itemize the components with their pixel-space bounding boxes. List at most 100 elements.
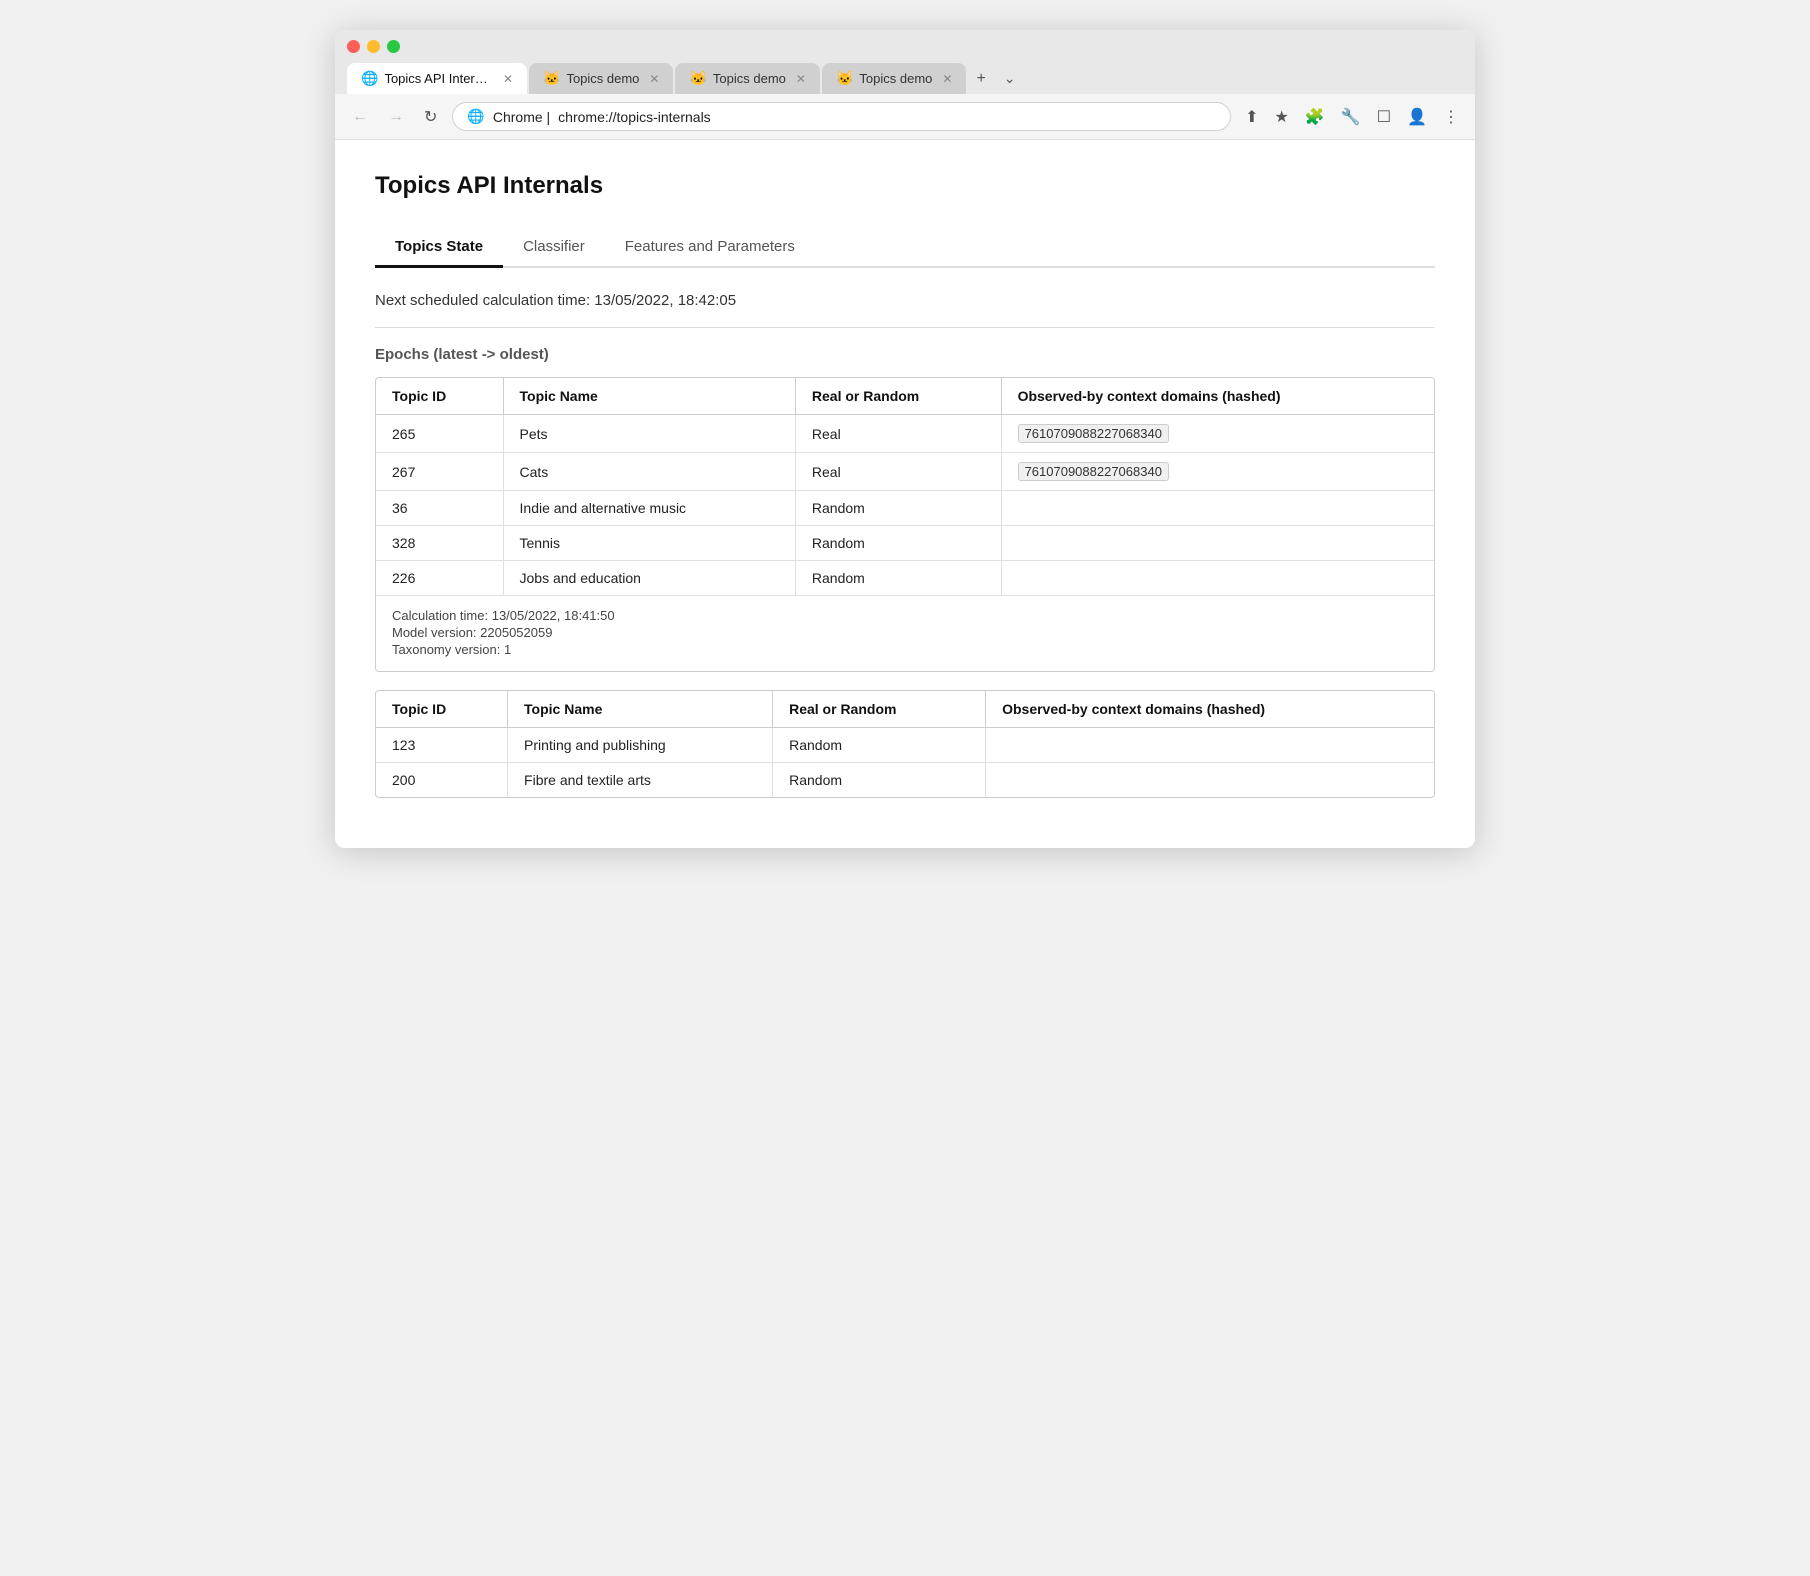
browser-tab-demo-3[interactable]: 🐱 Topics demo ✕: [822, 63, 966, 94]
address-input[interactable]: 🌐 Chrome | chrome://topics-internals: [452, 102, 1231, 131]
cell-real-random: Random: [795, 526, 1001, 561]
chrome-icon[interactable]: 🔧: [1337, 103, 1365, 131]
maximize-button[interactable]: [387, 40, 400, 53]
divider: [375, 327, 1435, 328]
cell-real-random: Random: [773, 728, 986, 763]
col-header-topic-id-2: Topic ID: [376, 691, 508, 728]
back-button[interactable]: ←: [347, 106, 373, 128]
cell-hash: 7610709088227068340: [1001, 415, 1434, 453]
tab-title: Topics API Intern…: [384, 71, 493, 86]
cell-topic-id: 36: [376, 491, 503, 526]
toolbar-icons: ⬆ ★ 🧩 🔧 ☐ 👤 ⋮: [1241, 103, 1463, 131]
calc-time-1: Calculation time: 13/05/2022, 18:41:50: [392, 608, 1418, 623]
address-bar-row: ← → ↻ 🌐 Chrome | chrome://topics-interna…: [335, 94, 1475, 140]
cell-topic-name: Jobs and education: [503, 561, 795, 596]
topics-state-content: Next scheduled calculation time: 13/05/2…: [375, 292, 1435, 798]
table-row: 267 Cats Real 7610709088227068340: [376, 453, 1434, 491]
col-header-real-random-1: Real or Random: [795, 378, 1001, 415]
cell-topic-id: 267: [376, 453, 503, 491]
epoch-table-header-row-1: Topic ID Topic Name Real or Random Obser…: [376, 378, 1434, 415]
tab-icon-cat-1: 🐱: [543, 70, 560, 87]
table-row: 328 Tennis Random: [376, 526, 1434, 561]
cell-topic-id: 123: [376, 728, 508, 763]
tab-features-params[interactable]: Features and Parameters: [605, 228, 815, 268]
cell-hash: [1001, 526, 1434, 561]
minimize-button[interactable]: [367, 40, 380, 53]
cell-hash: [986, 763, 1434, 798]
cell-topic-name: Indie and alternative music: [503, 491, 795, 526]
tabs-bar: 🌐 Topics API Intern… ✕ 🐱 Topics demo ✕ 🐱…: [347, 63, 1463, 94]
split-screen-icon[interactable]: ☐: [1373, 103, 1395, 131]
table-row: 36 Indie and alternative music Random: [376, 491, 1434, 526]
hash-badge: 7610709088227068340: [1018, 462, 1169, 481]
forward-button[interactable]: →: [383, 106, 409, 128]
browser-window: 🌐 Topics API Intern… ✕ 🐱 Topics demo ✕ 🐱…: [335, 30, 1475, 848]
browser-tab-topics-api[interactable]: 🌐 Topics API Intern… ✕: [347, 63, 527, 94]
col-header-topic-name-2: Topic Name: [508, 691, 773, 728]
epochs-heading: Epochs (latest -> oldest): [375, 346, 1435, 363]
tab-close-icon-3[interactable]: ✕: [942, 72, 952, 86]
col-header-real-random-2: Real or Random: [773, 691, 986, 728]
next-scheduled-text: Next scheduled calculation time: 13/05/2…: [375, 292, 1435, 309]
tab-title-demo-2: Topics demo: [713, 71, 786, 86]
menu-icon[interactable]: ⋮: [1439, 103, 1463, 131]
cell-real-random: Random: [795, 491, 1001, 526]
cell-topic-id: 265: [376, 415, 503, 453]
col-header-topic-name-1: Topic Name: [503, 378, 795, 415]
browser-tab-demo-2[interactable]: 🐱 Topics demo ✕: [675, 63, 819, 94]
browser-tab-demo-1[interactable]: 🐱 Topics demo ✕: [529, 63, 673, 94]
cell-topic-name: Cats: [503, 453, 795, 491]
col-header-observed-1: Observed-by context domains (hashed): [1001, 378, 1434, 415]
tab-icon-globe: 🌐: [361, 70, 378, 87]
cell-hash: 7610709088227068340: [1001, 453, 1434, 491]
cell-hash: [1001, 561, 1434, 596]
bookmark-icon[interactable]: ★: [1271, 103, 1293, 131]
cell-topic-name: Pets: [503, 415, 795, 453]
table-row: 265 Pets Real 7610709088227068340: [376, 415, 1434, 453]
extensions-icon[interactable]: 🧩: [1301, 103, 1329, 131]
tab-icon-cat-3: 🐱: [836, 70, 853, 87]
table-row: 123 Printing and publishing Random: [376, 728, 1434, 763]
address-globe-icon: 🌐: [467, 108, 484, 125]
tab-title-demo-3: Topics demo: [859, 71, 932, 86]
cell-topic-name: Fibre and textile arts: [508, 763, 773, 798]
cell-hash: [1001, 491, 1434, 526]
tab-title-demo-1: Topics demo: [566, 71, 639, 86]
profile-icon[interactable]: 👤: [1403, 103, 1431, 131]
cell-real-random: Random: [773, 763, 986, 798]
cell-topic-id: 200: [376, 763, 508, 798]
col-header-topic-id-1: Topic ID: [376, 378, 503, 415]
epoch-table-header-row-2: Topic ID Topic Name Real or Random Obser…: [376, 691, 1434, 728]
cell-topic-id: 226: [376, 561, 503, 596]
address-chrome-label: Chrome |: [493, 109, 550, 125]
tab-icon-cat-2: 🐱: [689, 70, 706, 87]
traffic-lights: [347, 40, 1463, 53]
col-header-observed-2: Observed-by context domains (hashed): [986, 691, 1434, 728]
tab-close-icon-2[interactable]: ✕: [796, 72, 806, 86]
hash-badge: 7610709088227068340: [1018, 424, 1169, 443]
cell-topic-id: 328: [376, 526, 503, 561]
share-icon[interactable]: ⬆: [1241, 103, 1262, 131]
tab-close-icon[interactable]: ✕: [503, 72, 513, 86]
tabs-chevron-icon[interactable]: ⌄: [996, 66, 1024, 91]
title-bar: 🌐 Topics API Intern… ✕ 🐱 Topics demo ✕ 🐱…: [335, 30, 1475, 94]
reload-button[interactable]: ↻: [419, 105, 442, 129]
tab-topics-state[interactable]: Topics State: [375, 228, 503, 268]
epoch-card-1: Topic ID Topic Name Real or Random Obser…: [375, 377, 1435, 672]
tab-close-icon-1[interactable]: ✕: [649, 72, 659, 86]
table-row: 200 Fibre and textile arts Random: [376, 763, 1434, 798]
model-version-1: Model version: 2205052059: [392, 625, 1418, 640]
taxonomy-version-1: Taxonomy version: 1: [392, 642, 1418, 657]
cell-real-random: Real: [795, 453, 1001, 491]
new-tab-button[interactable]: +: [968, 66, 993, 92]
epoch-table-2: Topic ID Topic Name Real or Random Obser…: [376, 691, 1434, 797]
page-title: Topics API Internals: [375, 172, 1435, 200]
content-tabs: Topics State Classifier Features and Par…: [375, 228, 1435, 268]
close-button[interactable]: [347, 40, 360, 53]
epoch-table-1: Topic ID Topic Name Real or Random Obser…: [376, 378, 1434, 595]
address-url: chrome://topics-internals: [558, 109, 711, 125]
epoch-footer-1: Calculation time: 13/05/2022, 18:41:50 M…: [376, 595, 1434, 671]
epoch-card-2: Topic ID Topic Name Real or Random Obser…: [375, 690, 1435, 798]
cell-topic-name: Printing and publishing: [508, 728, 773, 763]
tab-classifier[interactable]: Classifier: [503, 228, 605, 268]
